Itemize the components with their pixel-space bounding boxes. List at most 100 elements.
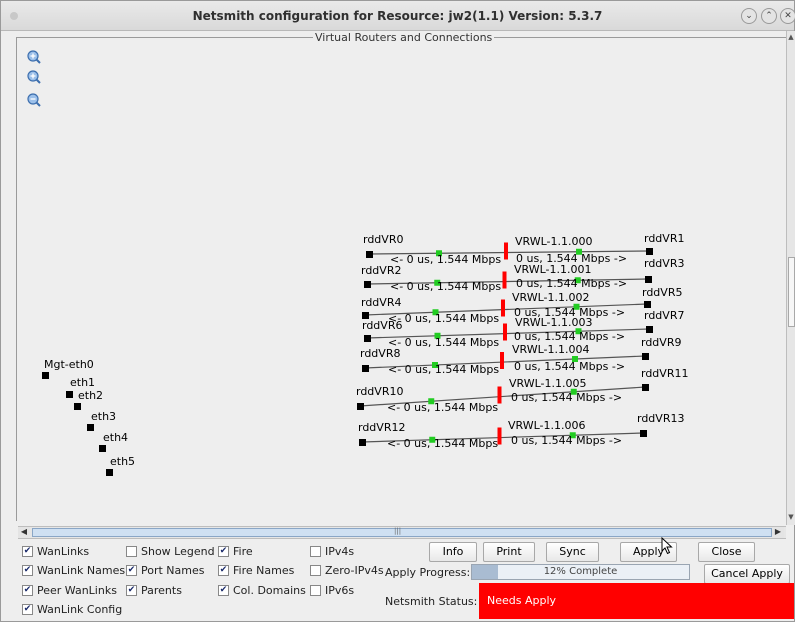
sync-button[interactable]: Sync <box>546 542 599 562</box>
ipv6s-check[interactable] <box>310 584 321 596</box>
router-node[interactable] <box>359 439 366 446</box>
scroll-up-icon[interactable]: ▲ <box>787 33 795 43</box>
parents-check[interactable]: ✔ <box>126 584 137 596</box>
local-ports: Mgt-eth0 eth1eth2 eth3 eth4 eth5 <box>42 358 135 476</box>
router-node[interactable] <box>364 335 371 342</box>
wanlink-names-check[interactable]: ✔ <box>22 564 33 576</box>
col-domains-label: Col. Domains <box>233 583 306 597</box>
port-label: eth3 <box>91 410 116 423</box>
wanlinks-checkbox[interactable]: ✔ WanLinks <box>22 543 89 559</box>
port-label: eth1 <box>70 376 95 389</box>
router-node[interactable] <box>646 248 653 255</box>
scroll-right-icon[interactable]: ▶ <box>772 527 784 538</box>
wanlink-name: VRWL-1.1.003 <box>515 316 593 329</box>
router-label: rddVR3 <box>644 257 684 270</box>
port-names-checkbox[interactable]: ✔ Port Names <box>126 562 205 578</box>
port-node[interactable] <box>99 445 106 452</box>
router-node[interactable] <box>357 403 364 410</box>
scroll-left-icon[interactable]: ◀ <box>18 527 30 538</box>
router-label: rddVR1 <box>644 232 684 245</box>
zero-ipv4s-check[interactable] <box>310 564 321 576</box>
firewall-marker[interactable] <box>502 271 507 289</box>
zero-ipv4s-label: Zero-IPv4s <box>325 563 384 577</box>
router-node[interactable] <box>644 301 651 308</box>
port-node[interactable] <box>106 469 113 476</box>
firewall-marker[interactable] <box>504 242 508 260</box>
port-names-label: Port Names <box>141 563 205 577</box>
router-label: rddVR13 <box>637 412 684 425</box>
wanlink-config-checkbox[interactable]: ✔ WanLink Config <box>22 601 122 617</box>
router-label: rddVR10 <box>356 385 403 398</box>
router-node[interactable] <box>642 353 649 360</box>
print-button[interactable]: Print <box>483 542 535 562</box>
netsmith-status-label: Netsmith Status: <box>385 595 478 608</box>
wanlink-left-rate: <- 0 us, 1.544 Mbps <box>388 312 499 325</box>
peer-wanlinks-check[interactable]: ✔ <box>22 584 33 596</box>
wanlinks-check[interactable]: ✔ <box>22 545 33 557</box>
peer-wanlinks-checkbox[interactable]: ✔ Peer WanLinks <box>22 582 117 598</box>
firewall-marker[interactable] <box>497 386 502 404</box>
col-domains-check[interactable]: ✔ <box>218 584 229 596</box>
show-legend-label: Show Legend <box>141 544 215 558</box>
fire-names-label: Fire Names <box>233 563 295 577</box>
wanlink-left-rate: <- 0 us, 1.544 Mbps <box>388 336 499 349</box>
vertical-scroll-thumb[interactable] <box>788 257 795 327</box>
network-diagram[interactable]: Mgt-eth0 eth1eth2 eth3 eth4 eth5 rddVR0 rddVR… <box>1 1 795 525</box>
router-node[interactable] <box>640 430 647 437</box>
port-label: eth2 <box>78 389 103 402</box>
wanlink-config-label: WanLink Config <box>37 602 123 616</box>
cancel-apply-button[interactable]: Cancel Apply <box>704 564 790 584</box>
router-node[interactable] <box>645 276 652 283</box>
firewall-marker[interactable] <box>500 352 504 369</box>
parents-label: Parents <box>141 583 182 597</box>
info-button[interactable]: Info <box>429 542 477 562</box>
port-node[interactable] <box>66 391 73 398</box>
port-node[interactable] <box>87 424 94 431</box>
wanlink-name: VRWL-1.1.000 <box>515 235 593 248</box>
wanlink-right-rate: 0 us, 1.544 Mbps -> <box>511 434 622 447</box>
show-legend-check[interactable] <box>126 545 137 557</box>
firewall-marker[interactable] <box>497 427 502 445</box>
wanlink-name: VRWL-1.1.001 <box>514 263 592 276</box>
col-domains-checkbox[interactable]: ✔ Col. Domains <box>218 582 306 598</box>
vertical-scrollbar[interactable]: ▲ ▼ <box>786 31 795 525</box>
firewall-marker[interactable] <box>501 299 505 317</box>
show-legend-checkbox[interactable]: Show Legend <box>126 543 215 559</box>
router-node[interactable] <box>366 251 373 258</box>
wanlink[interactable]: rddVR12 rddVR13 VRWL-1.1.006 <- 0 us, 1.544… <box>358 412 684 450</box>
ipv6s-checkbox[interactable]: IPv6s <box>310 582 354 598</box>
zero-ipv4s-checkbox[interactable]: Zero-IPv4s <box>310 562 384 578</box>
router-node[interactable] <box>364 281 371 288</box>
fire-check[interactable]: ✔ <box>218 545 229 557</box>
parents-checkbox[interactable]: ✔ Parents <box>126 582 182 598</box>
fire-checkbox[interactable]: ✔ Fire <box>218 543 253 559</box>
netsmith-status-value: Needs Apply <box>479 583 794 619</box>
ipv4s-check[interactable] <box>310 545 321 557</box>
router-node[interactable] <box>362 312 369 319</box>
close-button[interactable]: Close <box>698 542 755 562</box>
router-node[interactable] <box>362 365 369 372</box>
router-node[interactable] <box>642 384 649 391</box>
port-names-check[interactable]: ✔ <box>126 564 137 576</box>
ipv6s-label: IPv6s <box>325 583 355 597</box>
router-node[interactable] <box>646 326 653 333</box>
ipv4s-label: IPv4s <box>325 544 355 558</box>
firewall-marker[interactable] <box>503 323 507 341</box>
port-node[interactable] <box>42 372 49 379</box>
fire-names-check[interactable]: ✔ <box>218 564 229 576</box>
ipv4s-checkbox[interactable]: IPv4s <box>310 543 354 559</box>
wanlink[interactable]: rddVR0 rddVR1 VRWL-1.1.000 <- 0 us, 1.544 M… <box>363 232 684 266</box>
router-label: rddVR11 <box>641 367 688 380</box>
fire-names-checkbox[interactable]: ✔ Fire Names <box>218 562 294 578</box>
apply-progress-bar: 12% Complete <box>471 564 690 580</box>
port-label: Mgt-eth0 <box>44 358 94 371</box>
router-label: rddVR6 <box>362 319 402 332</box>
port-label: eth5 <box>110 455 135 468</box>
port-label: eth4 <box>103 431 128 444</box>
scroll-down-icon[interactable]: ▼ <box>787 513 795 523</box>
wanlink-config-check[interactable]: ✔ <box>22 603 33 615</box>
wanlink-names-checkbox[interactable]: ✔ WanLink Names <box>22 562 125 578</box>
port-node[interactable] <box>74 403 81 410</box>
horizontal-scroll-thumb[interactable] <box>32 528 772 537</box>
router-label: rddVR0 <box>363 233 403 246</box>
